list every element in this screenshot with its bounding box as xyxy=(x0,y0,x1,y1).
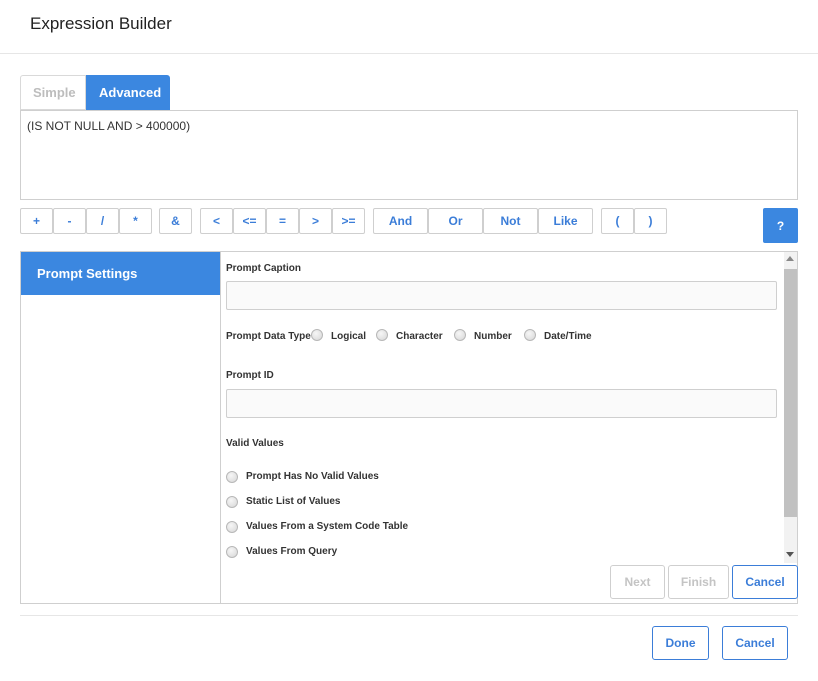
op-multiply-button[interactable]: * xyxy=(119,208,152,234)
next-button[interactable]: Next xyxy=(610,565,665,599)
op-not-button[interactable]: Not xyxy=(483,208,538,234)
prompt-id-label: Prompt ID xyxy=(226,370,274,381)
wizard-cancel-button[interactable]: Cancel xyxy=(732,565,798,599)
help-button[interactable]: ? xyxy=(763,208,798,243)
mode-tabs: Simple Advanced xyxy=(20,75,170,110)
radio-number[interactable] xyxy=(454,329,466,341)
form-scrollbar[interactable] xyxy=(784,252,797,563)
op-like-button[interactable]: Like xyxy=(538,208,593,234)
scrollbar-thumb[interactable] xyxy=(784,269,797,517)
op-greater-button[interactable]: > xyxy=(299,208,332,234)
op-less-button[interactable]: < xyxy=(200,208,233,234)
title-divider xyxy=(0,53,818,54)
prompt-caption-input[interactable] xyxy=(226,281,777,310)
radio-label-static-list: Static List of Values xyxy=(246,496,341,507)
radio-label-character: Character xyxy=(396,331,443,342)
radio-label-from-query: Values From Query xyxy=(246,546,338,557)
prompt-panel: Prompt Settings Prompt Caption Prompt Da… xyxy=(20,251,798,604)
finish-button[interactable]: Finish xyxy=(668,565,729,599)
settings-nav: Prompt Settings xyxy=(21,252,221,603)
op-or-button[interactable]: Or xyxy=(428,208,483,234)
radio-static-list[interactable] xyxy=(226,496,238,508)
radio-no-valid-values[interactable] xyxy=(226,471,238,483)
radio-character[interactable] xyxy=(376,329,388,341)
op-close-paren-button[interactable]: ) xyxy=(634,208,667,234)
op-minus-button[interactable]: - xyxy=(53,208,86,234)
op-and-button[interactable]: And xyxy=(373,208,428,234)
dialog-title: Expression Builder xyxy=(30,14,172,33)
op-concat-button[interactable]: & xyxy=(159,208,192,234)
tab-advanced[interactable]: Advanced xyxy=(86,75,170,110)
op-open-paren-button[interactable]: ( xyxy=(601,208,634,234)
valid-values-label: Valid Values xyxy=(226,438,284,449)
chevron-up-icon[interactable] xyxy=(786,256,794,261)
expression-editor[interactable]: (IS NOT NULL AND > 400000) xyxy=(20,110,798,200)
cancel-button[interactable]: Cancel xyxy=(722,626,788,660)
footer-divider xyxy=(20,615,798,616)
op-equal-button[interactable]: = xyxy=(266,208,299,234)
radio-label-number: Number xyxy=(474,331,512,342)
radio-from-query[interactable] xyxy=(226,546,238,558)
prompt-settings-form: Prompt Caption Prompt Data Type Logical … xyxy=(222,252,798,603)
radio-label-system-code-table: Values From a System Code Table xyxy=(246,521,409,532)
op-plus-button[interactable]: + xyxy=(20,208,53,234)
op-less-equal-button[interactable]: <= xyxy=(233,208,266,234)
radio-label-logical: Logical xyxy=(331,331,367,342)
prompt-caption-label: Prompt Caption xyxy=(226,263,301,274)
radio-datetime[interactable] xyxy=(524,329,536,341)
radio-system-code-table[interactable] xyxy=(226,521,238,533)
prompt-id-input[interactable] xyxy=(226,389,777,418)
tab-simple[interactable]: Simple xyxy=(20,75,86,110)
radio-label-datetime: Date/Time xyxy=(544,331,592,342)
chevron-down-icon[interactable] xyxy=(786,552,794,557)
done-button[interactable]: Done xyxy=(652,626,709,660)
op-greater-equal-button[interactable]: >= xyxy=(332,208,365,234)
radio-logical[interactable] xyxy=(311,329,323,341)
radio-label-no-valid-values: Prompt Has No Valid Values xyxy=(246,471,379,482)
nav-item-prompt-settings[interactable]: Prompt Settings xyxy=(21,252,220,295)
op-divide-button[interactable]: / xyxy=(86,208,119,234)
prompt-data-type-label: Prompt Data Type xyxy=(226,331,311,342)
expression-builder-dialog: Expression Builder Simple Advanced (IS N… xyxy=(0,0,818,681)
